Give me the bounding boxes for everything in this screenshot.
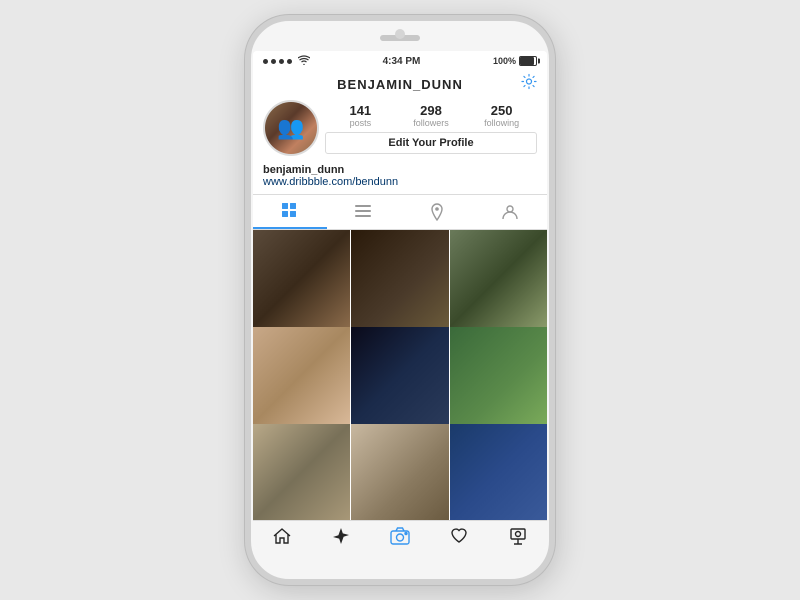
phone-mockup: 4:34 PM 100% BENJAMIN_DUNN — [245, 15, 555, 585]
photo-image-6 — [450, 327, 547, 424]
photo-image-4 — [253, 327, 350, 424]
nav-camera[interactable] — [371, 527, 430, 545]
photo-image-8 — [351, 424, 448, 520]
profile-stats: 141 posts 298 followers 250 following Ed… — [253, 96, 547, 162]
status-bar: 4:34 PM 100% — [253, 51, 547, 71]
settings-icon[interactable] — [521, 73, 537, 94]
signal-dot-1 — [263, 59, 268, 64]
battery-area: 100% — [493, 56, 537, 66]
profile-header: BENJAMIN_DUNN — [253, 71, 547, 96]
tab-grid[interactable] — [253, 195, 327, 229]
followers-stat: 298 followers — [406, 103, 456, 128]
photo-image-1 — [253, 230, 350, 327]
followers-count: 298 — [406, 103, 456, 118]
following-stat: 250 following — [477, 103, 527, 128]
stats-numbers: 141 posts 298 followers 250 following Ed… — [325, 100, 537, 156]
photo-1[interactable] — [253, 230, 350, 327]
signal-dot-2 — [271, 59, 276, 64]
status-time: 4:34 PM — [383, 56, 421, 67]
battery-icon — [519, 56, 537, 66]
profile-bio: benjamin_dunn www.dribbble.com/bendunn — [253, 162, 547, 194]
content-tab-bar — [253, 194, 547, 230]
bio-name: benjamin_dunn — [263, 164, 537, 176]
wifi-icon — [298, 55, 310, 67]
tab-list[interactable] — [327, 195, 401, 229]
photo-image-9 — [450, 424, 547, 520]
photo-8[interactable] — [351, 424, 448, 520]
posts-label: posts — [335, 118, 385, 128]
avatar-image — [265, 102, 317, 154]
posts-count: 141 — [335, 103, 385, 118]
battery-percent: 100% — [493, 56, 516, 66]
photo-image-2 — [351, 230, 448, 327]
photo-2[interactable] — [351, 230, 448, 327]
avatar — [263, 100, 319, 156]
bio-link[interactable]: www.dribbble.com/bendunn — [263, 176, 537, 188]
photo-7[interactable] — [253, 424, 350, 520]
profile-username: BENJAMIN_DUNN — [337, 77, 463, 92]
following-count: 250 — [477, 103, 527, 118]
followers-label: followers — [406, 118, 456, 128]
nav-profile[interactable] — [488, 527, 547, 545]
nav-home[interactable] — [253, 527, 312, 545]
signal-indicator — [263, 55, 310, 67]
bottom-nav — [253, 520, 547, 549]
photo-4[interactable] — [253, 327, 350, 424]
photo-image-7 — [253, 424, 350, 520]
tab-location[interactable] — [400, 195, 474, 229]
posts-stat: 141 posts — [335, 103, 385, 128]
photo-image-3 — [450, 230, 547, 327]
photo-6[interactable] — [450, 327, 547, 424]
tab-person[interactable] — [474, 195, 548, 229]
photo-3[interactable] — [450, 230, 547, 327]
nav-explore[interactable] — [312, 527, 371, 545]
stats-row: 141 posts 298 followers 250 following — [325, 103, 537, 128]
nav-heart[interactable] — [429, 527, 488, 545]
battery-fill — [520, 57, 534, 65]
following-label: following — [477, 118, 527, 128]
photo-image-5 — [351, 327, 448, 424]
photo-5[interactable] — [351, 327, 448, 424]
edit-profile-button[interactable]: Edit Your Profile — [325, 132, 537, 154]
signal-dot-4 — [287, 59, 292, 64]
signal-dot-3 — [279, 59, 284, 64]
photo-9[interactable] — [450, 424, 547, 520]
phone-screen: 4:34 PM 100% BENJAMIN_DUNN — [253, 51, 547, 549]
photo-grid — [253, 230, 547, 520]
